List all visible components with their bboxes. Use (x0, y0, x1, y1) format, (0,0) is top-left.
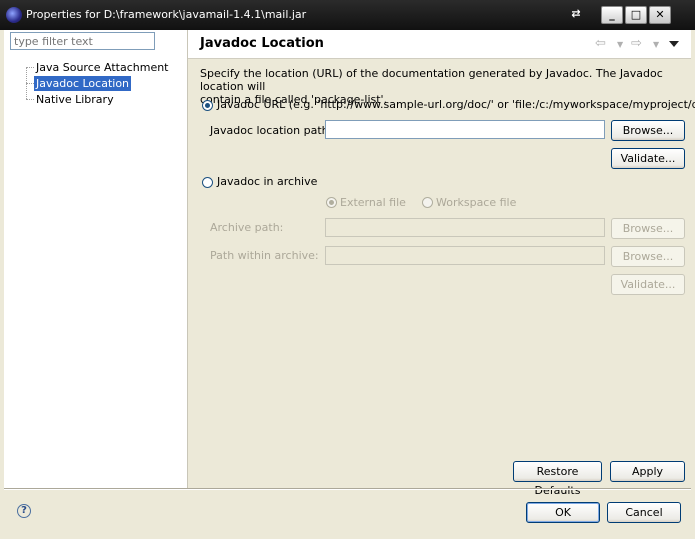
filter-input[interactable] (10, 32, 155, 50)
ok-button[interactable]: OK (526, 502, 600, 523)
external-file-label: External file (340, 196, 406, 209)
window-title: Properties for D:\framework\javamail-1.4… (26, 8, 307, 21)
workspace-file-label: Workspace file (436, 196, 517, 209)
path-within-archive-label: Path within archive: (210, 249, 319, 262)
title-bar: Properties for D:\framework\javamail-1.4… (0, 0, 695, 30)
tree-item-javadoc-location[interactable]: Javadoc Location (34, 76, 132, 91)
tree-connector (26, 67, 34, 69)
maximize-button[interactable]: □ (625, 6, 647, 24)
switch-window-icon[interactable]: ⇄ (565, 6, 587, 24)
external-file-radio[interactable] (326, 197, 337, 208)
javadoc-location-path-input[interactable] (325, 120, 605, 139)
validate-button[interactable]: Validate... (611, 148, 685, 169)
javadoc-url-label: Javadoc URL (e.g. 'http://www.sample-url… (217, 98, 695, 111)
tree-connector (26, 83, 34, 85)
back-dropdown-icon[interactable]: ▼ (617, 40, 623, 49)
path-within-browse-button[interactable]: Browse... (611, 246, 685, 267)
tree-connector (26, 99, 34, 101)
view-menu-icon[interactable] (669, 41, 679, 47)
javadoc-url-radio[interactable] (202, 100, 213, 111)
javadoc-archive-radio[interactable] (202, 177, 213, 188)
cancel-button[interactable]: Cancel (607, 502, 681, 523)
restore-defaults-button[interactable]: Restore Defaults (513, 461, 602, 497)
properties-dialog: Properties for D:\framework\javamail-1.4… (0, 0, 695, 539)
forward-dropdown-icon[interactable]: ▼ (653, 40, 659, 49)
archive-browse-button[interactable]: Browse... (611, 218, 685, 239)
back-arrow-icon[interactable]: ⇦ (595, 36, 606, 51)
close-button[interactable]: ✕ (649, 6, 671, 24)
javadoc-location-path-label: Javadoc location path: (210, 124, 333, 137)
forward-arrow-icon[interactable]: ⇨ (631, 36, 642, 51)
apply-button[interactable]: Apply (610, 461, 685, 482)
description-line: Specify the location (URL) of the docume… (200, 67, 663, 93)
eclipse-icon (6, 7, 22, 23)
workspace-file-radio[interactable] (422, 197, 433, 208)
footer-divider (4, 488, 691, 490)
archive-path-input[interactable] (325, 218, 605, 237)
tree-item-java-source-attachment[interactable]: Java Source Attachment (34, 60, 171, 75)
help-icon[interactable]: ? (17, 504, 31, 518)
minimize-button[interactable]: _ (601, 6, 623, 24)
browse-button[interactable]: Browse... (611, 120, 685, 141)
navigation-pane: Java Source Attachment Javadoc Location … (4, 30, 188, 488)
page-title: Javadoc Location (200, 36, 324, 51)
property-page: Javadoc Location ⇦ ▼ ⇨ ▼ Specify the loc… (188, 30, 695, 497)
tree-item-native-library[interactable]: Native Library (34, 92, 116, 107)
archive-path-label: Archive path: (210, 221, 284, 234)
path-within-archive-input[interactable] (325, 246, 605, 265)
archive-validate-button[interactable]: Validate... (611, 274, 685, 295)
javadoc-archive-label: Javadoc in archive (217, 175, 318, 188)
page-header: Javadoc Location ⇦ ▼ ⇨ ▼ (188, 30, 691, 59)
